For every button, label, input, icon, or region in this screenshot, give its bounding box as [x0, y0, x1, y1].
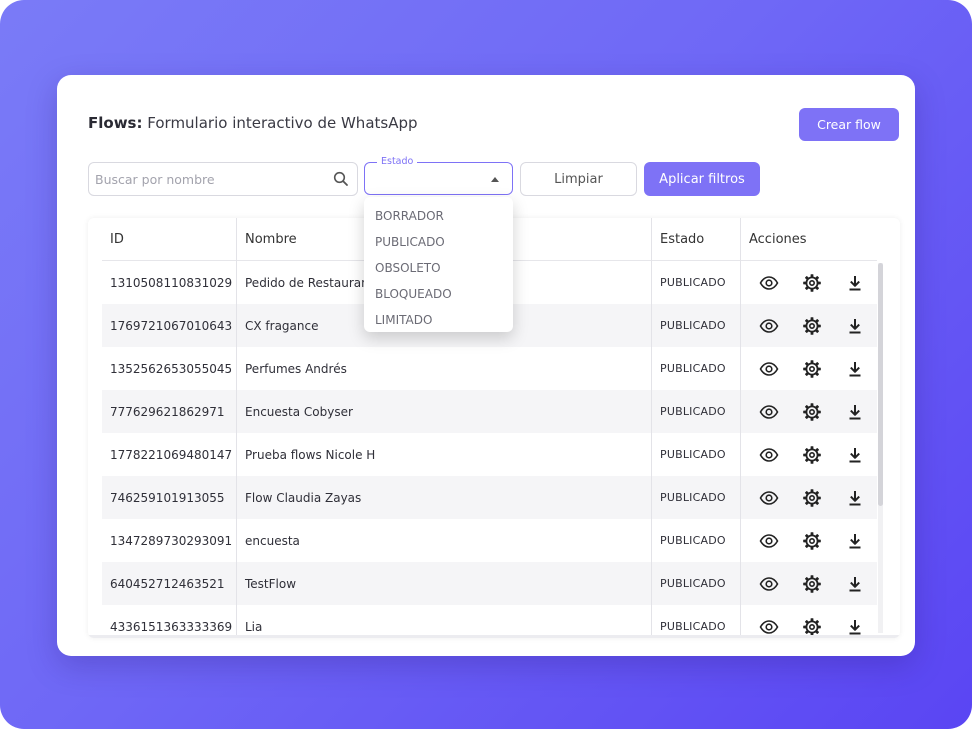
eye-icon[interactable] — [759, 402, 779, 422]
dropdown-option[interactable]: BLOQUEADO — [364, 281, 513, 307]
gear-icon[interactable] — [802, 574, 822, 594]
page-title: Flows: Formulario interactivo de WhatsAp… — [88, 114, 418, 132]
table-row: 640452712463521 TestFlow PUBLICADO — [102, 562, 877, 605]
cell-nombre: Perfumes Andrés — [245, 361, 347, 376]
column-header-estado: Estado — [660, 232, 705, 247]
cell-estado: PUBLICADO — [660, 620, 726, 633]
cell-id: 1310508110831029 — [110, 275, 233, 290]
column-header-id: ID — [110, 232, 124, 247]
download-icon[interactable] — [845, 316, 865, 336]
cell-id: 1347289730293091 — [110, 533, 233, 548]
clear-button[interactable]: Limpiar — [520, 162, 637, 196]
gear-icon[interactable] — [802, 273, 822, 293]
cell-id: 746259101913055 — [110, 490, 225, 505]
column-divider — [236, 218, 237, 638]
background-frame: Flows: Formulario interactivo de WhatsAp… — [0, 0, 972, 729]
cell-estado: PUBLICADO — [660, 276, 726, 289]
search-field — [88, 162, 358, 196]
table-row: 1778221069480147 Prueba flows Nicole H PUB… — [102, 433, 877, 476]
gear-icon[interactable] — [802, 445, 822, 465]
page-title-prefix: Flows: — [88, 114, 143, 132]
table-row: 746259101913055 Flow Claudia Zayas PUBLICA… — [102, 476, 877, 519]
eye-icon[interactable] — [759, 574, 779, 594]
cell-id: 1778221069480147 — [110, 447, 233, 462]
gear-icon[interactable] — [802, 531, 822, 551]
gear-icon[interactable] — [802, 617, 822, 637]
cell-id: 4336151363333369 — [110, 619, 233, 634]
dropdown-option[interactable]: PUBLICADO — [364, 229, 513, 255]
cell-acciones — [741, 347, 877, 390]
column-divider — [740, 218, 741, 638]
scrollbar-thumb[interactable] — [878, 263, 883, 506]
cell-acciones — [741, 261, 877, 304]
search-input[interactable] — [95, 163, 325, 195]
download-icon[interactable] — [845, 402, 865, 422]
eye-icon[interactable] — [759, 445, 779, 465]
table-row: 777629621862971 Encuesta Cobyser PUBLICADO — [102, 390, 877, 433]
caret-up-icon — [491, 177, 499, 182]
download-icon[interactable] — [845, 531, 865, 551]
cell-estado: PUBLICADO — [660, 577, 726, 590]
download-icon[interactable] — [845, 273, 865, 293]
eye-icon[interactable] — [759, 531, 779, 551]
gear-icon[interactable] — [802, 402, 822, 422]
cell-acciones — [741, 476, 877, 519]
download-icon[interactable] — [845, 617, 865, 637]
cell-id: 1352562653055045 — [110, 361, 233, 376]
download-icon[interactable] — [845, 445, 865, 465]
cell-estado: PUBLICADO — [660, 534, 726, 547]
table-row: 1347289730293091 encuesta PUBLICADO — [102, 519, 877, 562]
table-row: 1352562653055045 Perfumes Andrés PUBLICADO — [102, 347, 877, 390]
download-icon[interactable] — [845, 359, 865, 379]
cell-estado: PUBLICADO — [660, 405, 726, 418]
dropdown-option[interactable]: LIMITADO — [364, 307, 513, 333]
gear-icon[interactable] — [802, 316, 822, 336]
cell-id: 1769721067010643 — [110, 318, 233, 333]
create-flow-button[interactable]: Crear flow — [799, 108, 899, 141]
download-icon[interactable] — [845, 488, 865, 508]
gear-icon[interactable] — [802, 359, 822, 379]
column-divider — [651, 218, 652, 638]
cell-estado: PUBLICADO — [660, 319, 726, 332]
cell-acciones — [741, 605, 877, 638]
page-title-text: Formulario interactivo de WhatsApp — [147, 114, 418, 132]
eye-icon[interactable] — [759, 617, 779, 637]
cell-acciones — [741, 304, 877, 347]
cell-nombre: Lia — [245, 619, 263, 634]
apply-filters-button[interactable]: Aplicar filtros — [644, 162, 760, 196]
dropdown-option[interactable]: BORRADOR — [364, 203, 513, 229]
download-icon[interactable] — [845, 574, 865, 594]
cell-acciones — [741, 562, 877, 605]
eye-icon[interactable] — [759, 316, 779, 336]
cell-estado: PUBLICADO — [660, 491, 726, 504]
cell-nombre: Flow Claudia Zayas — [245, 490, 362, 505]
cell-acciones — [741, 390, 877, 433]
table-row: 4336151363333369 Lia PUBLICADO — [102, 605, 877, 638]
cell-estado: PUBLICADO — [660, 362, 726, 375]
cell-nombre: encuesta — [245, 533, 300, 548]
estado-dropdown-menu: BORRADOR PUBLICADO OBSOLETO BLOQUEADO LIMITA… — [364, 197, 513, 332]
cell-acciones — [741, 519, 877, 562]
flows-card: Flows: Formulario interactivo de WhatsAp… — [57, 75, 915, 656]
eye-icon[interactable] — [759, 273, 779, 293]
cell-id: 777629621862971 — [110, 404, 225, 419]
dropdown-option[interactable]: OBSOLETO — [364, 255, 513, 281]
column-header-acciones: Acciones — [749, 232, 807, 247]
estado-select[interactable]: Estado — [364, 155, 513, 195]
cell-nombre: TestFlow — [245, 576, 297, 591]
cell-nombre: Prueba flows Nicole H — [245, 447, 376, 462]
estado-legend: Estado — [377, 155, 418, 169]
cell-nombre: Encuesta Cobyser — [245, 404, 353, 419]
cell-id: 640452712463521 — [110, 576, 225, 591]
eye-icon[interactable] — [759, 488, 779, 508]
cell-estado: PUBLICADO — [660, 448, 726, 461]
horizontal-scrollbar — [88, 635, 900, 638]
gear-icon[interactable] — [802, 488, 822, 508]
search-icon[interactable] — [333, 171, 349, 187]
eye-icon[interactable] — [759, 359, 779, 379]
cell-acciones — [741, 433, 877, 476]
